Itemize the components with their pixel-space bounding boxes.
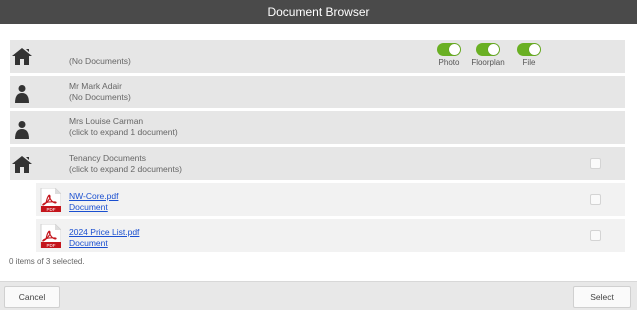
- select-button[interactable]: Select: [573, 286, 631, 308]
- property-row[interactable]: (No Documents) Photo Floorplan File: [10, 40, 625, 73]
- row-subtitle: (click to expand 1 document): [69, 127, 178, 137]
- document-link[interactable]: 2024 Price List.pdf: [69, 227, 139, 238]
- row-subtitle: (No Documents): [69, 56, 131, 66]
- document-list: (No Documents) Photo Floorplan File Mr M…: [0, 24, 637, 281]
- floorplan-toggle[interactable]: Floorplan: [468, 43, 508, 67]
- document-row-text: 2024 Price List.pdf Document: [69, 227, 139, 249]
- property-row-text: (No Documents): [69, 56, 131, 67]
- document-link[interactable]: NW-Core.pdf: [69, 191, 118, 202]
- photo-toggle-label: Photo: [438, 58, 460, 67]
- floorplan-toggle-label: Floorplan: [471, 58, 505, 67]
- dialog-footer: Cancel Select: [0, 281, 637, 310]
- document-row-text: NW-Core.pdf Document: [69, 191, 118, 213]
- photo-toggle[interactable]: Photo: [434, 43, 464, 67]
- row-title: Mr Mark Adair: [69, 81, 122, 91]
- pdf-file-icon: PDF: [40, 187, 62, 214]
- tenancy-documents-row[interactable]: Tenancy Documents (click to expand 2 doc…: [10, 147, 625, 180]
- row-subtitle: (No Documents): [69, 92, 131, 102]
- row-subtitle: (click to expand 2 documents): [69, 164, 182, 174]
- window-title-bar: Document Browser: [0, 0, 637, 24]
- person-row[interactable]: Mr Mark Adair (No Documents): [10, 76, 625, 108]
- document-type-link[interactable]: Document: [69, 202, 118, 213]
- file-toggle[interactable]: File: [514, 43, 544, 67]
- svg-text:PDF: PDF: [47, 207, 56, 212]
- row-title: Tenancy Documents: [69, 153, 147, 163]
- document-row[interactable]: PDF 2024 Price List.pdf Document: [36, 219, 625, 252]
- document-type-link[interactable]: Document: [69, 238, 139, 249]
- person-icon: [15, 120, 29, 141]
- document-checkbox[interactable]: [590, 194, 601, 205]
- pdf-file-icon: PDF: [40, 223, 62, 250]
- document-row[interactable]: PDF NW-Core.pdf Document: [36, 183, 625, 216]
- row-title: Mrs Louise Carman: [69, 116, 144, 126]
- tenancy-row-text: Tenancy Documents (click to expand 2 doc…: [69, 153, 182, 175]
- selection-status: 0 items of 3 selected.: [9, 257, 85, 266]
- svg-text:PDF: PDF: [47, 243, 56, 248]
- window-title: Document Browser: [267, 5, 370, 19]
- house-icon: [12, 48, 32, 67]
- floorplan-toggle-switch[interactable]: [476, 43, 500, 56]
- person-icon: [15, 84, 29, 105]
- photo-toggle-switch[interactable]: [437, 43, 461, 56]
- tenancy-documents-checkbox[interactable]: [590, 158, 601, 169]
- house-icon: [12, 156, 32, 175]
- person-row-text: Mrs Louise Carman (click to expand 1 doc…: [69, 116, 178, 138]
- cancel-button[interactable]: Cancel: [4, 286, 60, 308]
- person-row-text: Mr Mark Adair (No Documents): [69, 81, 131, 103]
- file-toggle-switch[interactable]: [517, 43, 541, 56]
- person-row[interactable]: Mrs Louise Carman (click to expand 1 doc…: [10, 111, 625, 144]
- file-toggle-label: File: [522, 58, 536, 67]
- document-checkbox[interactable]: [590, 230, 601, 241]
